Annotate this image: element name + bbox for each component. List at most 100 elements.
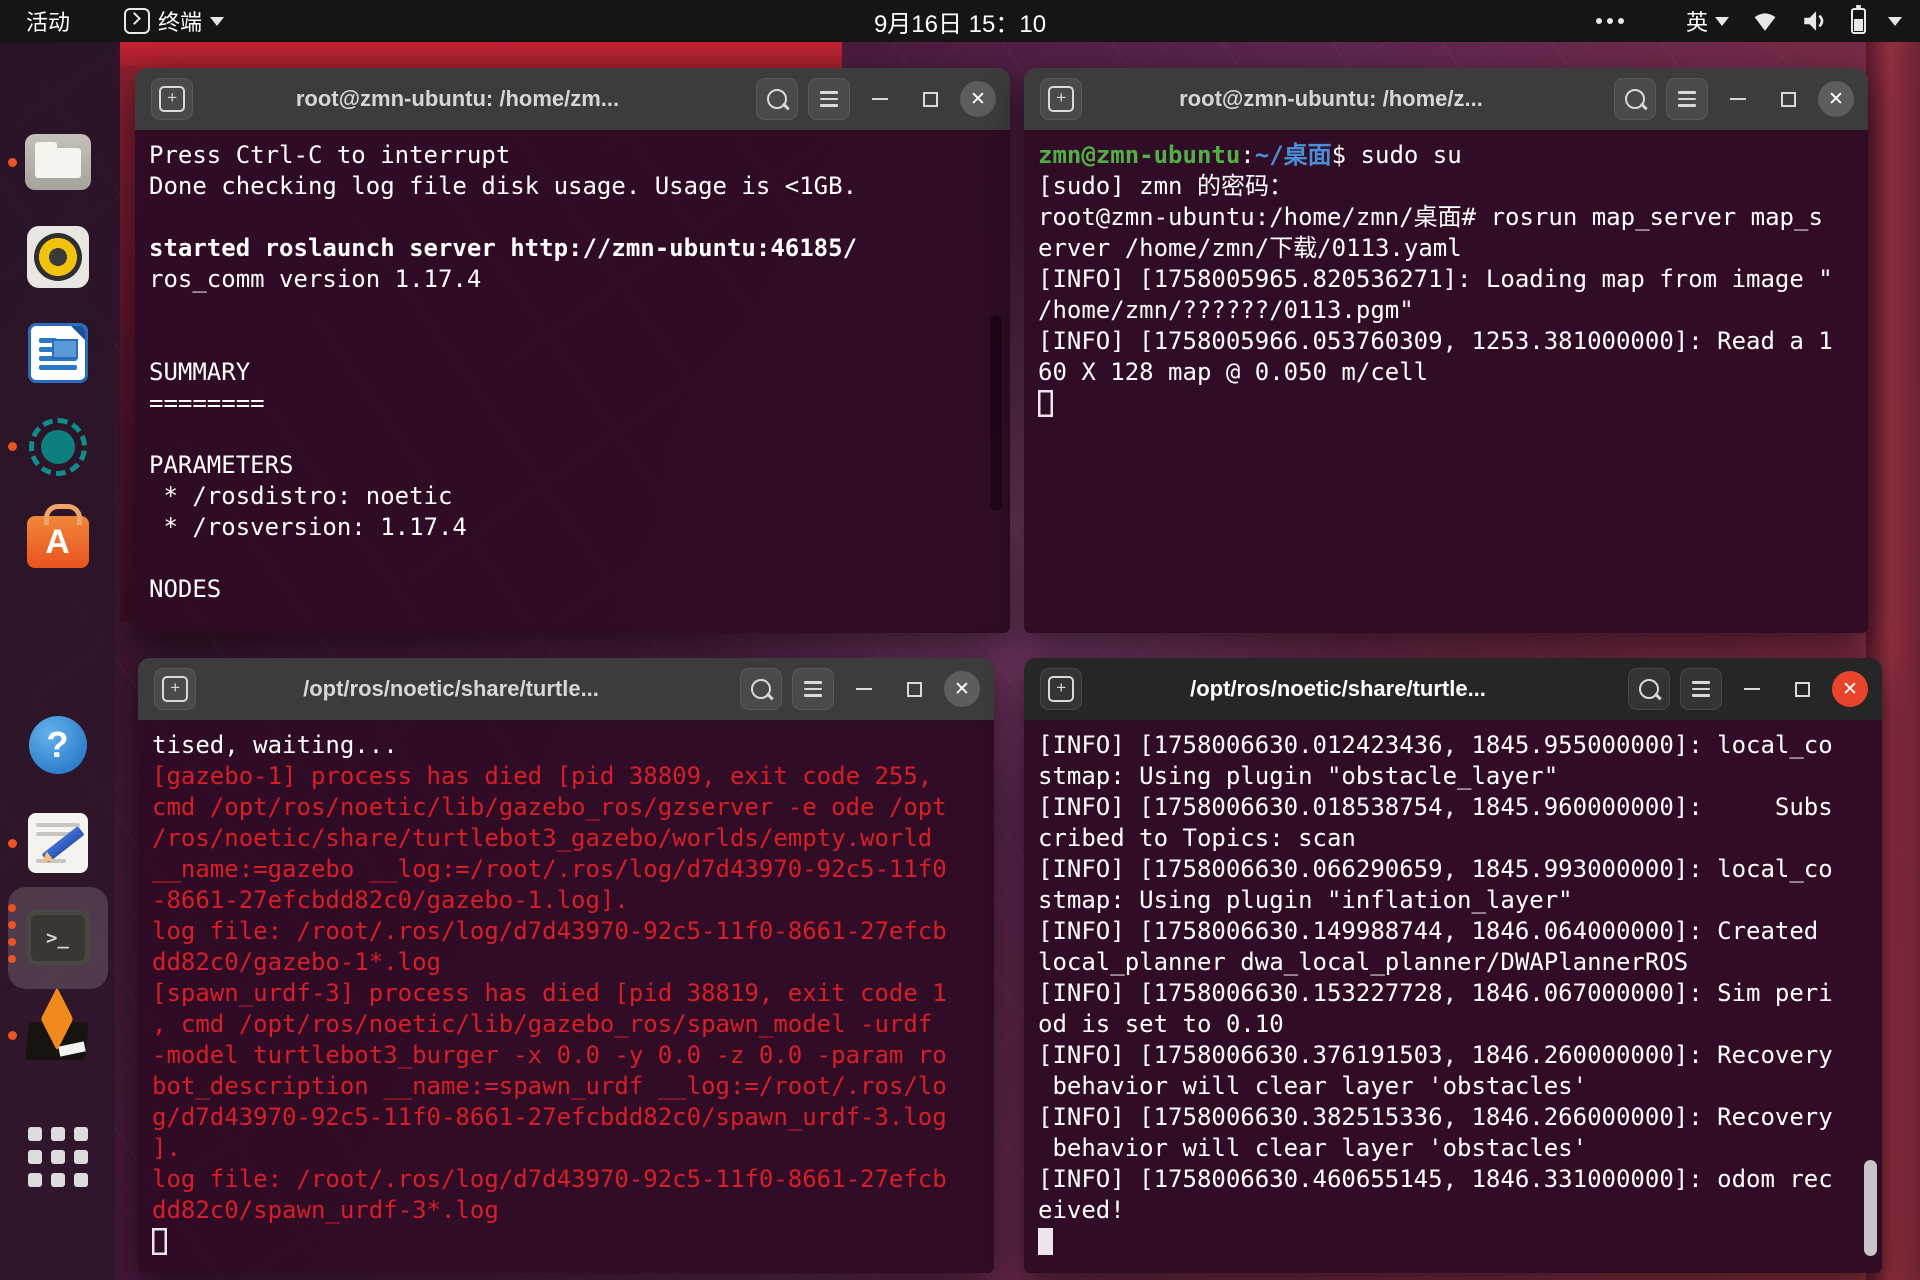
- terminal-line: Done checking log file disk usage. Usage…: [149, 171, 1010, 202]
- minimize-button[interactable]: [844, 658, 884, 720]
- input-method-label: 英: [1686, 5, 1708, 37]
- window-titlebar[interactable]: + /opt/ros/noetic/share/turtle... ✕: [1024, 658, 1882, 721]
- terminal-text: SUMMARY: [149, 358, 250, 386]
- terminal-text: NODES: [149, 575, 221, 603]
- hamburger-icon: [804, 681, 822, 697]
- search-button[interactable]: [740, 668, 782, 710]
- minimize-button[interactable]: [860, 68, 900, 130]
- new-tab-button[interactable]: +: [1040, 668, 1082, 710]
- dock-item-rhythmbox[interactable]: [0, 226, 115, 288]
- terminal-text: [gazebo-1] process has died [pid 38809, …: [152, 762, 932, 790]
- terminal-text: root@zmn-ubuntu:/home/zmn/桌面# rosrun map…: [1038, 203, 1823, 231]
- search-button[interactable]: [1614, 78, 1656, 120]
- close-button[interactable]: ✕: [960, 81, 996, 117]
- search-button[interactable]: [756, 78, 798, 120]
- dock-item-text-editor[interactable]: [0, 813, 115, 873]
- scrollbar[interactable]: [990, 315, 1002, 511]
- terminal-text: ros_comm version 1.17.4: [149, 265, 481, 293]
- terminal-window-map-server: + root@zmn-ubuntu: /home/z... ✕ zmn@zmn-…: [1024, 68, 1868, 633]
- terminal-text: [INFO] [1758006630.153227728, 1846.06700…: [1038, 979, 1833, 1007]
- scrollbar[interactable]: [1864, 1160, 1877, 1256]
- menu-button[interactable]: [1666, 78, 1708, 120]
- terminal-text: /home/zmn/??????/0113.pgm": [1038, 296, 1414, 324]
- terminal-text: [INFO] [1758006630.382515336, 1846.26600…: [1038, 1103, 1833, 1131]
- dock-item-terminal[interactable]: >_: [0, 910, 115, 966]
- terminal-line: [INFO] [1758006630.153227728, 1846.06700…: [1038, 978, 1882, 1009]
- terminal-line: tised, waiting...: [152, 730, 994, 761]
- terminal-text: cribed to Topics: scan: [1038, 824, 1356, 852]
- search-button[interactable]: [1628, 668, 1670, 710]
- terminal-line: bot_description __name:=spawn_urdf __log…: [152, 1071, 994, 1102]
- terminal-line: [gazebo-1] process has died [pid 38809, …: [152, 761, 994, 792]
- terminal-text: dd82c0/spawn_urdf-3*.log: [152, 1196, 499, 1224]
- terminal-text: 60 X 128 map @ 0.050 m/cell: [1038, 358, 1428, 386]
- text-editor-icon: [28, 813, 88, 873]
- system-tray[interactable]: 英: [1596, 0, 1902, 42]
- window-titlebar[interactable]: + root@zmn-ubuntu: /home/zm... ✕: [135, 68, 1010, 131]
- terminal-text: log file: /root/.ros/log/d7d43970-92c5-1…: [152, 917, 947, 945]
- window-titlebar[interactable]: + /opt/ros/noetic/share/turtle... ✕: [138, 658, 994, 721]
- terminal-output[interactable]: tised, waiting...[gazebo-1] process has …: [138, 720, 994, 1273]
- terminal-line: [1038, 388, 1868, 419]
- menu-button[interactable]: [1680, 668, 1722, 710]
- terminal-text: Press Ctrl-C to interrupt: [149, 141, 510, 169]
- window-title: /opt/ros/noetic/share/turtle...: [228, 676, 674, 702]
- terminal-line: ========: [149, 388, 1010, 419]
- menu-button[interactable]: [792, 668, 834, 710]
- terminal-text: od is set to 0.10: [1038, 1010, 1284, 1038]
- terminal-line: [149, 295, 1010, 326]
- window-titlebar[interactable]: + root@zmn-ubuntu: /home/z... ✕: [1024, 68, 1868, 131]
- terminal-dock-icon: >_: [26, 910, 90, 966]
- close-button[interactable]: ✕: [944, 671, 980, 707]
- terminal-line: [149, 202, 1010, 233]
- chevron-down-icon: [1888, 17, 1902, 26]
- help-glyph: ?: [47, 724, 69, 766]
- terminal-text: Done checking log file disk usage. Usage…: [149, 172, 857, 200]
- terminal-line: zmn@zmn-ubuntu:~/桌面$ sudo su: [1038, 140, 1868, 171]
- terminal-line: [INFO] [1758005965.820536271]: Loading m…: [1038, 264, 1868, 295]
- show-applications-button[interactable]: [0, 1127, 115, 1187]
- close-button[interactable]: ✕: [1818, 81, 1854, 117]
- terminal-line: [INFO] [1758006630.018538754, 1845.96000…: [1038, 792, 1882, 823]
- menu-button[interactable]: [808, 78, 850, 120]
- terminal-text: behavior will clear layer 'obstacles': [1038, 1072, 1587, 1100]
- dock-item-book-diamond-app[interactable]: [0, 1000, 115, 1062]
- terminal-text: ].: [152, 1134, 181, 1162]
- dock-item-help[interactable]: ?: [0, 716, 115, 774]
- terminal-text: [INFO] [1758006630.018538754, 1845.96000…: [1038, 793, 1833, 821]
- maximize-button[interactable]: [894, 658, 934, 720]
- terminal-line: [1038, 1226, 1882, 1257]
- maximize-button[interactable]: [1782, 658, 1822, 720]
- teal-dashed-circle-icon: [29, 418, 87, 476]
- dock-item-files[interactable]: [0, 134, 115, 190]
- more-indicator-icon[interactable]: [1596, 18, 1624, 24]
- window-title: root@zmn-ubuntu: /home/zm...: [225, 86, 690, 112]
- new-tab-button[interactable]: +: [1040, 78, 1082, 120]
- close-button[interactable]: ✕: [1832, 671, 1868, 707]
- maximize-button[interactable]: [910, 68, 950, 130]
- minimize-button[interactable]: [1732, 658, 1772, 720]
- help-icon: ?: [29, 716, 87, 774]
- minimize-button[interactable]: [1718, 68, 1758, 130]
- terminal-line: * /rosversion: 1.17.4: [149, 512, 1010, 543]
- terminal-output[interactable]: Press Ctrl-C to interrupt Done checking l…: [135, 130, 1010, 633]
- terminal-output[interactable]: [INFO] [1758006630.012423436, 1845.95500…: [1024, 720, 1882, 1273]
- terminal-window-roslaunch: + root@zmn-ubuntu: /home/zm... ✕ Press C…: [135, 68, 1010, 633]
- maximize-button[interactable]: [1768, 68, 1808, 130]
- new-tab-button[interactable]: +: [154, 668, 196, 710]
- hamburger-icon: [1678, 91, 1696, 107]
- wifi-icon: [1751, 9, 1779, 33]
- new-tab-button[interactable]: +: [151, 78, 193, 120]
- dock-item-ubuntu-software[interactable]: A: [0, 516, 115, 568]
- terminal-window-gazebo-errors: + /opt/ros/noetic/share/turtle... ✕ tise…: [138, 658, 994, 1273]
- terminal-line: stmap: Using plugin "obstacle_layer": [1038, 761, 1882, 792]
- terminal-line: dd82c0/spawn_urdf-3*.log: [152, 1195, 994, 1226]
- input-method-menu[interactable]: 英: [1686, 5, 1729, 37]
- terminal-line: [INFO] [1758006630.149988744, 1846.06400…: [1038, 916, 1882, 947]
- terminal-output[interactable]: zmn@zmn-ubuntu:~/桌面$ sudo su[sudo] zmn 的…: [1024, 130, 1868, 633]
- dock-item-libreoffice-writer[interactable]: [0, 323, 115, 383]
- terminal-line: [INFO] [1758006630.460655145, 1846.33100…: [1038, 1164, 1882, 1195]
- dock-item-remote-circle-app[interactable]: [0, 418, 115, 476]
- terminal-line: ros_comm version 1.17.4: [149, 264, 1010, 295]
- files-icon: [25, 134, 91, 190]
